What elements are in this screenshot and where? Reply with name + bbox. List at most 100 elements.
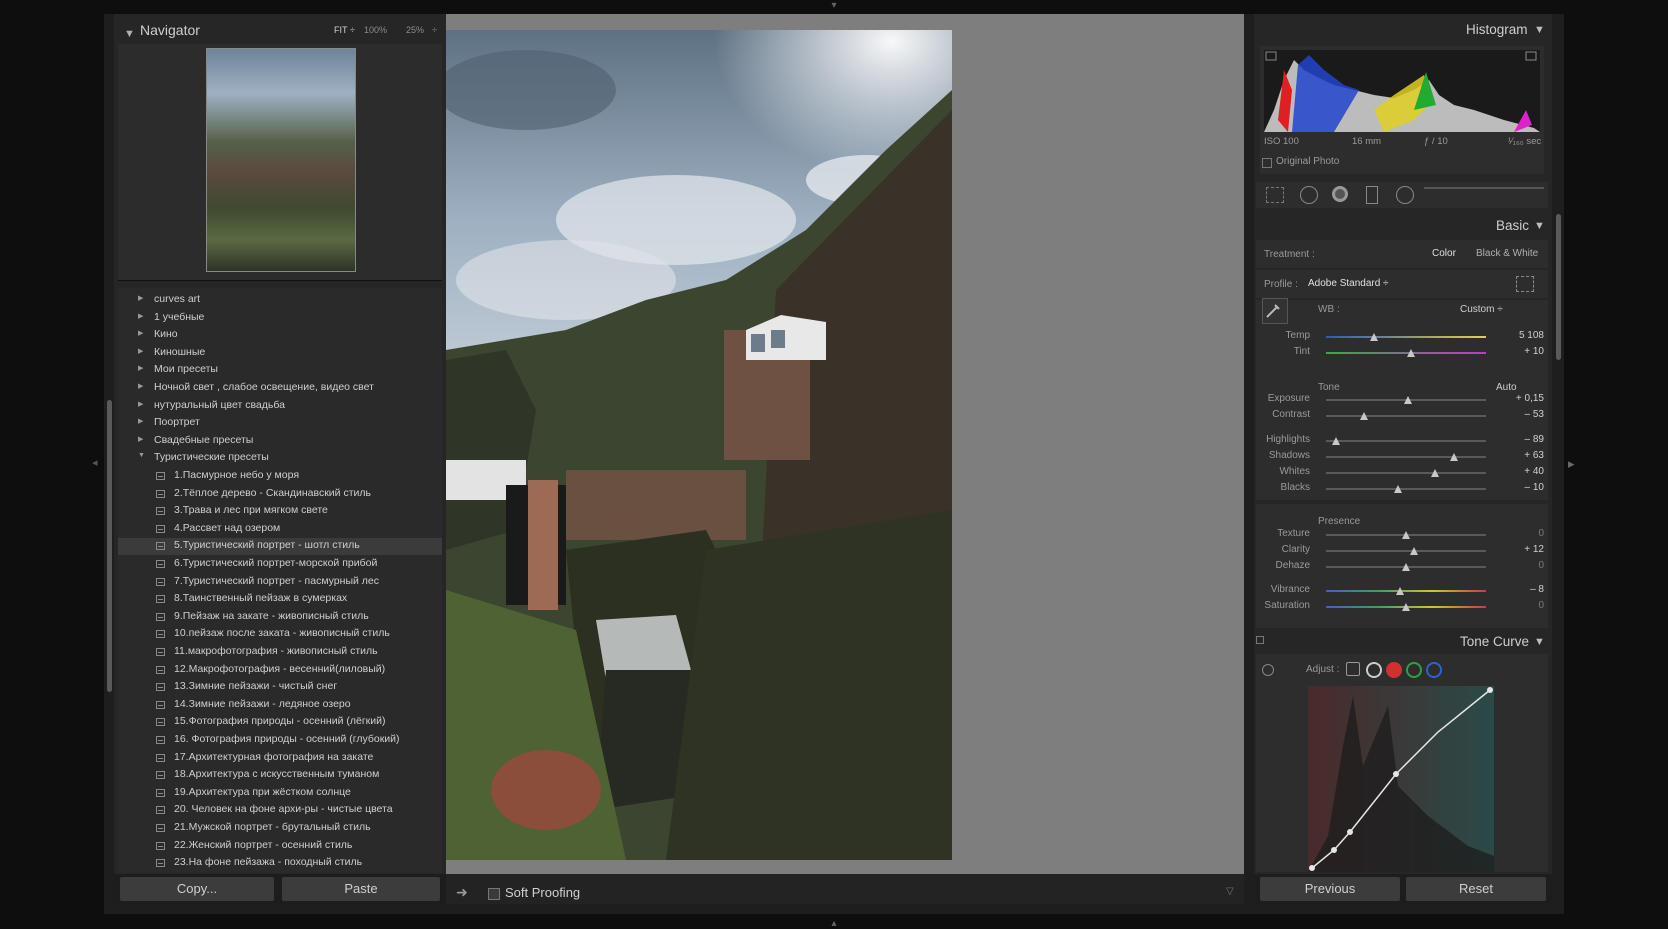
tone-curve-toggle[interactable] (1256, 636, 1264, 644)
preset-folder[interactable]: ▶ Ночной свет , слабое освещение, видео с… (118, 380, 442, 397)
saturation-thumb[interactable] (1402, 603, 1410, 611)
blacks-thumb[interactable] (1394, 485, 1402, 493)
preset-item[interactable]: 3.Трава и лес при мягком свете (118, 503, 442, 520)
folder-expand-icon[interactable]: ▶ (138, 329, 143, 337)
tone-curve-collapse-icon[interactable]: ▼ (1534, 636, 1545, 648)
adjustment-brush-slider[interactable] (1424, 187, 1544, 195)
zoom-25[interactable]: 25% (406, 25, 424, 35)
temp-value[interactable]: 5 108 (1500, 330, 1544, 341)
preset-item[interactable]: 7.Туристический портрет - пасмурный лес (118, 574, 442, 591)
graduated-filter-icon[interactable] (1366, 186, 1378, 204)
whites-track[interactable] (1326, 472, 1486, 474)
exposure-thumb[interactable] (1403, 396, 1412, 404)
preset-item[interactable]: 4.Рассвет над озером (118, 521, 442, 538)
preset-folder[interactable]: ▶ Свадебные пресеты (118, 433, 442, 450)
preset-item[interactable]: 5.Туристический портрет - шотл стиль (118, 538, 442, 556)
preset-item[interactable]: 14.Зимние пейзажи - ледяное озеро (118, 697, 442, 714)
preset-item[interactable]: 1.Пасмурное небо у моря (118, 468, 442, 485)
tint-thumb[interactable] (1406, 349, 1415, 357)
shadows-track[interactable] (1326, 456, 1486, 458)
texture-thumb[interactable] (1402, 531, 1410, 539)
zoom-100[interactable]: 100% (364, 25, 387, 35)
dehaze-value[interactable]: 0 (1500, 560, 1544, 571)
curve-target-icon[interactable] (1262, 664, 1274, 676)
preset-item[interactable]: 22.Женский портрет - осенний стиль (118, 838, 442, 855)
previous-button[interactable]: Previous (1260, 877, 1400, 901)
auto-button[interactable]: Auto (1496, 382, 1517, 393)
shadows-value[interactable]: + 63 (1500, 450, 1544, 461)
preset-folder[interactable]: ▶ Мои пресеты (118, 362, 442, 379)
left-panel-toggle-icon[interactable]: ◂ (92, 456, 98, 469)
preset-folder-open[interactable]: ▼ Туристические пресеты (118, 450, 442, 467)
profile-browser-icon[interactable] (1516, 276, 1534, 292)
clarity-track[interactable] (1326, 550, 1486, 552)
saturation-value[interactable]: 0 (1500, 600, 1544, 611)
basic-collapse-icon[interactable]: ▼ (1534, 220, 1545, 232)
preset-item[interactable]: 17.Архитектурная фотография на закате (118, 750, 442, 767)
copy-button[interactable]: Copy... (120, 877, 274, 901)
curve-parametric-icon[interactable] (1346, 662, 1360, 676)
left-scrollbar[interactable] (107, 400, 112, 692)
exposure-value[interactable]: + 0,15 (1500, 393, 1544, 404)
vibrance-value[interactable]: – 8 (1500, 584, 1544, 595)
red-eye-icon[interactable] (1332, 186, 1348, 202)
wb-eyedropper-icon[interactable] (1262, 298, 1288, 324)
preset-item[interactable]: 6.Туристический портрет-морской прибой (118, 556, 442, 573)
shadows-thumb[interactable] (1450, 453, 1458, 461)
channel-blue-icon[interactable] (1426, 662, 1442, 678)
crop-tool-icon[interactable] (1266, 187, 1284, 203)
texture-value[interactable]: 0 (1500, 528, 1544, 539)
preset-folder[interactable]: ▶ Кино (118, 327, 442, 344)
contrast-value[interactable]: – 53 (1500, 409, 1544, 420)
preset-item[interactable]: 9.Пейзаж на закате - живописный стиль (118, 609, 442, 626)
histogram-graph[interactable] (1264, 50, 1540, 132)
preset-item[interactable]: 16. Фотография природы - осенний (глубок… (118, 732, 442, 749)
vibrance-thumb[interactable] (1395, 587, 1404, 595)
preset-item[interactable]: 18.Архитектура с искусственным туманом (118, 767, 442, 784)
histogram-collapse-icon[interactable]: ▼ (1534, 24, 1545, 36)
tone-curve-graph[interactable] (1308, 686, 1494, 872)
toolbar-arrow-icon[interactable]: ➜ (456, 884, 468, 901)
highlights-value[interactable]: – 89 (1500, 434, 1544, 445)
temp-track[interactable] (1326, 336, 1486, 338)
wb-value[interactable]: Custom ÷ (1460, 304, 1503, 315)
folder-expand-icon[interactable]: ▶ (138, 364, 143, 372)
folder-expand-icon[interactable]: ▶ (138, 435, 143, 443)
tint-value[interactable]: + 10 (1500, 346, 1544, 357)
soft-proofing-checkbox[interactable] (488, 888, 500, 900)
blacks-track[interactable] (1326, 488, 1486, 490)
preset-item[interactable]: 8.Таинственный пейзаж в сумерках (118, 591, 442, 608)
treatment-bw[interactable]: Black & White (1476, 248, 1538, 259)
zoom-more[interactable]: ÷ (432, 25, 437, 35)
highlights-track[interactable] (1326, 440, 1486, 442)
preset-item[interactable]: 21.Мужской портрет - брутальный стиль (118, 820, 442, 837)
preset-item[interactable]: 12.Макрофотография - весенний(лиловый) (118, 662, 442, 679)
channel-rgb-icon[interactable] (1366, 662, 1382, 678)
profile-value[interactable]: Adobe Standard ÷ (1308, 278, 1389, 289)
spot-removal-icon[interactable] (1300, 186, 1318, 204)
preset-folder[interactable]: ▶ нутуральный цвет свадьба (118, 398, 442, 415)
folder-expand-icon[interactable]: ▶ (138, 400, 143, 408)
right-panel-toggle-icon[interactable]: ▸ (1568, 456, 1575, 472)
contrast-thumb[interactable] (1360, 412, 1369, 420)
preset-folder[interactable]: ▶ 1 учебные (118, 310, 442, 327)
reset-button[interactable]: Reset (1406, 877, 1546, 901)
radial-filter-icon[interactable] (1396, 186, 1414, 204)
channel-green-icon[interactable] (1406, 662, 1422, 678)
navigator-thumbnail[interactable] (206, 48, 356, 272)
original-photo-checkbox[interactable] (1262, 158, 1272, 168)
preset-item[interactable]: 13.Зимние пейзажи - чистый снег (118, 679, 442, 696)
preset-item[interactable]: 15.Фотография природы - осенний (лёгкий) (118, 714, 442, 731)
treatment-color[interactable]: Color (1432, 248, 1456, 259)
preset-folder[interactable]: ▶ curves art (118, 292, 442, 309)
folder-expand-icon[interactable]: ▶ (138, 382, 143, 390)
folder-collapse-icon[interactable]: ▼ (138, 452, 145, 459)
preset-folder[interactable]: ▶ Поортрет (118, 415, 442, 432)
toolbar-menu-icon[interactable]: ▽ (1226, 886, 1234, 897)
preset-item[interactable]: 20. Человек на фоне архи-ры - чистые цве… (118, 802, 442, 819)
main-photo[interactable] (446, 30, 952, 860)
right-scrollbar[interactable] (1556, 214, 1561, 360)
filmstrip-toggle-icon[interactable]: ▴ (826, 918, 842, 929)
preset-item[interactable]: 10.пейзаж после заката - живописный стил… (118, 626, 442, 643)
whites-value[interactable]: + 40 (1500, 466, 1544, 477)
